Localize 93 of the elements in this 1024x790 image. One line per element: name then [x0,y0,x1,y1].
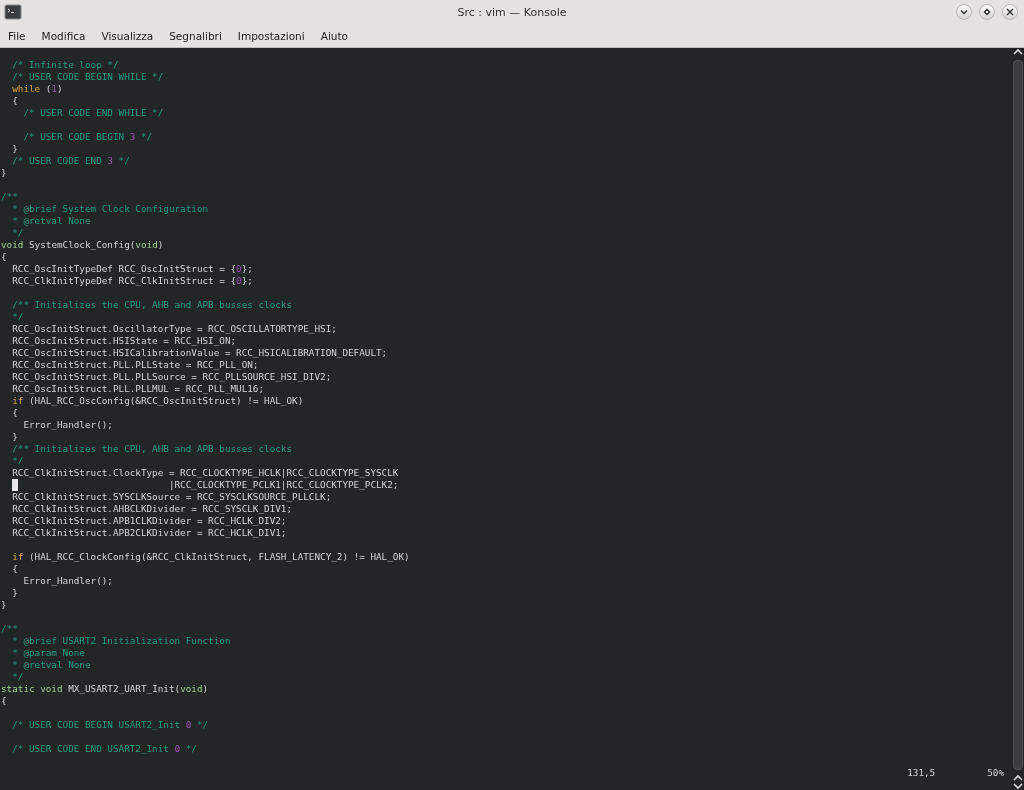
code-comment: /* USER CODE END USART2_Init [11,743,170,754]
code-text: { [1,251,7,262]
code-text: RCC_OscInitTypeDef RCC_OscInitStruct = { [11,263,237,274]
terminal-icon [4,3,22,21]
scroll-up-icon[interactable] [1013,48,1023,56]
code-text: RCC_ClkInitStruct.APB1CLKDivider = RCC_HCLK_DIV2; [11,515,287,526]
code-type: void [180,683,203,694]
code-text: SystemClock_Config( [28,239,136,250]
maximize-button[interactable] [979,4,995,20]
code-text: RCC_OscInitStruct.PLL.PLLSource = RCC_PLLSOURCE_HSI_DIV2; [11,371,332,382]
code-type: void [135,239,158,250]
code-text: RCC_ClkInitStruct.ClockType = RCC_CLOCKTYPE_HCLK|RCC_CLOCKTYPE_SYSCLK [11,467,399,478]
code-comment: /* USER CODE END [11,155,103,166]
code-text: }; [241,263,253,274]
code-comment: */ [139,131,153,142]
code-text: RCC_OscInitStruct.PLL.PLLState = RCC_PLL_ON; [11,359,259,370]
code-text: } [1,167,7,178]
code-text: ) [157,239,164,250]
code-comment: */ [11,671,24,682]
code-comment: */ [195,719,209,730]
code-comment: * @retval None [11,215,91,226]
code-number: 0 [174,743,181,754]
code-text: RCC_OscInitStruct.OscillatorType = RCC_OSCILLATORTYPE_HSI; [11,323,337,334]
code-number: 0 [185,719,192,730]
code-text: MX_USART2_UART_Init( [67,683,181,694]
code-number: 1 [51,83,57,94]
code-text: RCC_ClkInitStruct.AHBCLKDivider = RCC_SYSCLK_DIV1; [11,503,293,514]
code-comment: /** Initializes the CPU, AHB and APB busses clocks [11,443,293,454]
scroll-percent: 50% [987,767,1004,779]
menu-item[interactable]: Visualizza [96,27,159,44]
code-text: RCC_ClkInitStruct.SYSCLKSource = RCC_SYSCLKSOURCE_PLLCLK; [11,491,332,502]
code-text: } [11,143,18,154]
code-comment: /* USER CODE BEGIN WHILE */ [11,71,164,82]
code-keyword: if [11,551,24,562]
minimize-button[interactable] [956,4,972,20]
code-text: { [1,695,7,706]
code-text: RCC_OscInitStruct.HSICalibrationValue = RCC_HSICALIBRATION_DEFAULT; [11,347,388,358]
code-number: 3 [107,155,113,166]
code-text: ) [202,683,209,694]
code-comment: */ [184,743,197,754]
code-comment: */ [11,455,24,466]
code-number: 0 [236,275,242,286]
code-text: (HAL_RCC_OscConfig(&RCC_OscInitStruct) != HAL_OK) [28,395,304,406]
code-text: ) [57,83,63,94]
cursor-position: 131,5 [907,767,936,779]
code-comment: * @brief USART2 Initialization Function [11,635,231,646]
code-text: } [11,587,18,598]
code-text: (HAL_RCC_ClockConfig(&RCC_ClkInitStruct, FLASH_LATENCY_2) != HAL_OK) [28,551,410,562]
code-text: } [11,431,18,442]
code-number: 0 [236,263,242,274]
window-title: Src : vim — Konsole [457,5,567,19]
diamond-icon [983,8,991,16]
code-number: 3 [129,131,136,142]
code-text: Error_Handler(); [22,575,113,586]
code-text: Error_Handler(); [22,419,113,430]
menu-item[interactable]: Aiuto [315,27,353,44]
code-comment: * @param None [11,647,85,658]
code-comment: /** [1,623,18,634]
close-icon [1006,8,1014,16]
code-type: void [1,239,24,250]
code-comment: */ [117,155,130,166]
scroll-up-icon[interactable] [1013,774,1023,782]
code-text: |RCC_CLOCKTYPE_PCLK1|RCC_CLOCKTYPE_PCLK2; [167,479,399,490]
menu-item[interactable]: Impostazioni [232,27,310,44]
code-comment: /** [1,191,18,202]
code-comment: * @retval None [11,659,91,670]
code-text: RCC_ClkInitStruct.APB2CLKDivider = RCC_HCLK_DIV1; [11,527,287,538]
menu-item[interactable]: Modifica [36,27,91,44]
code-keyword: if [11,395,24,406]
code-text: } [1,599,7,610]
close-button[interactable] [1002,4,1018,20]
code-text: { [11,95,18,106]
menu-item[interactable]: Segnalibri [164,27,227,44]
code-keyword: while [11,83,41,94]
code-comment: /* USER CODE BEGIN [22,131,126,142]
code-text: ( [44,83,52,94]
code-text: { [11,563,18,574]
code-comment: */ [11,227,24,238]
scroll-down-icon[interactable] [1013,782,1023,790]
chevron-down-icon [960,9,968,15]
code-comment: /* Infinite loop */ [11,59,119,70]
code-comment: /** Initializes the CPU, AHB and APB busses clocks [11,299,293,310]
code-text: { [11,407,18,418]
code-type: static void [1,683,63,694]
code-text: RCC_OscInitStruct.PLL.PLLMUL = RCC_PLL_MUL16; [11,383,265,394]
menu-item[interactable]: File [3,27,31,44]
code-text: }; [241,275,253,286]
code-comment: */ [11,311,24,322]
code-comment: /* USER CODE BEGIN USART2_Init [11,719,182,730]
code-text: RCC_OscInitStruct.HSIState = RCC_HSI_ON; [11,335,237,346]
code-comment: /* USER CODE END WHILE */ [22,107,164,118]
code-text: RCC_ClkInitTypeDef RCC_ClkInitStruct = { [11,275,237,286]
code-comment: * @brief System Clock Configuration [11,203,209,214]
